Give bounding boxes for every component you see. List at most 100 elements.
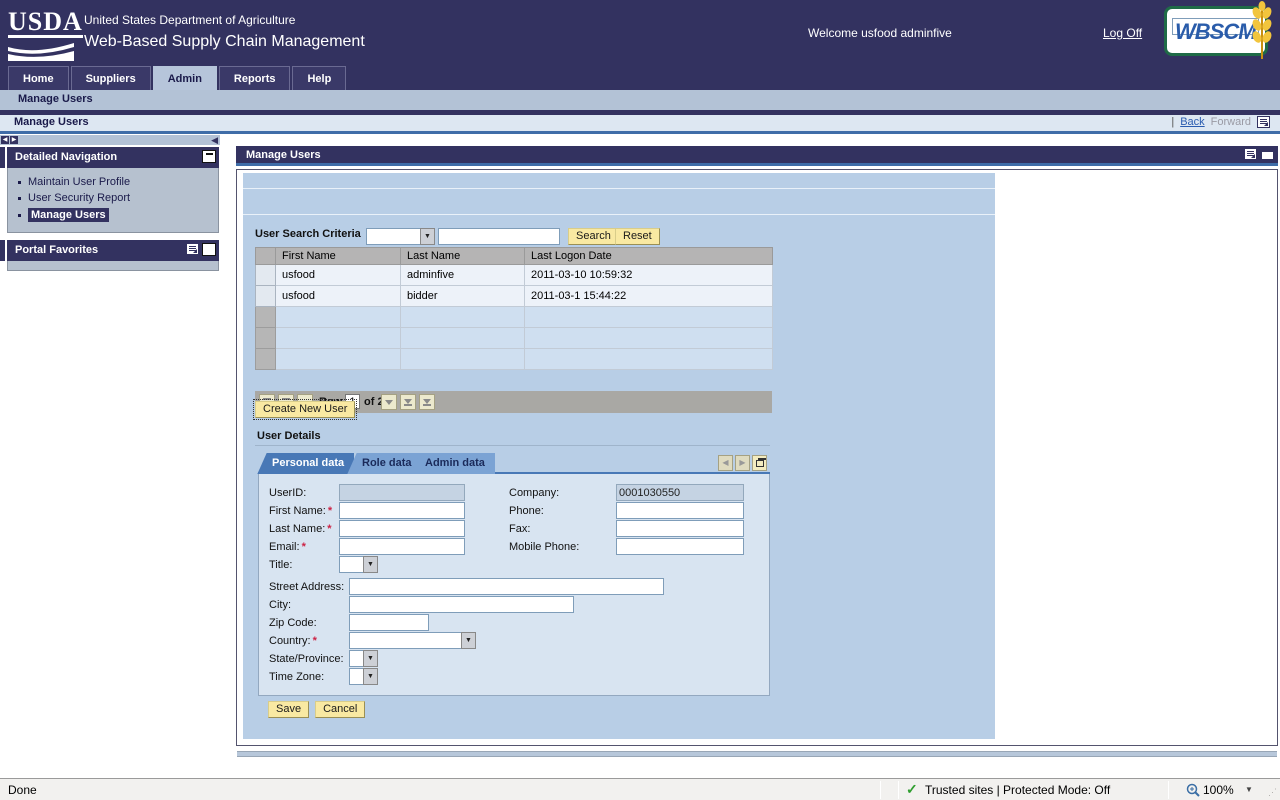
sidebar-expand-right-icon[interactable]: ▶ [10, 136, 18, 144]
street-address-input[interactable] [349, 578, 664, 595]
search-query-input[interactable] [438, 228, 560, 245]
state-province-select[interactable]: ▼ [349, 650, 378, 667]
sidebar-item-user-security-report[interactable]: User Security Report [8, 190, 218, 206]
portal-favorites-body [7, 261, 219, 271]
tab-admin[interactable]: Admin [153, 66, 217, 90]
zoom-dropdown-icon[interactable]: ▼ [1245, 785, 1253, 794]
column-last-logon-date: Last Logon Date [525, 248, 773, 265]
browser-window: USDA United States Department of Agricul… [0, 0, 1280, 800]
forward-link-disabled: Forward [1211, 116, 1251, 128]
expand-tray-icon[interactable] [202, 243, 216, 256]
city-label: City: [269, 599, 291, 611]
empty-cell [401, 328, 525, 349]
empty-cell [276, 307, 401, 328]
country-select-value [349, 632, 461, 649]
portal-favorites-title: Portal Favorites [15, 244, 98, 256]
cell-first-name[interactable]: usfood [276, 265, 401, 286]
empty-cell [525, 328, 773, 349]
state-province-label: State/Province: [269, 653, 344, 665]
user-search-criteria-label: User Search Criteria [255, 228, 361, 240]
cancel-button[interactable]: Cancel [315, 701, 365, 718]
first-name-input[interactable] [339, 502, 465, 519]
dropdown-icon[interactable]: ▼ [461, 632, 476, 649]
tab-admin-data-label: Admin data [421, 457, 495, 469]
sidebar-item-manage-users[interactable]: Manage Users [8, 206, 218, 224]
tab-suppliers[interactable]: Suppliers [71, 66, 151, 90]
row-selector[interactable] [256, 265, 276, 286]
fax-input[interactable] [616, 520, 744, 537]
manage-users-module: Manage Users User Search Criteria ▼ Sear… [236, 146, 1278, 746]
email-label: Email:* [269, 541, 306, 553]
tab-personal-data[interactable]: Personal data [268, 453, 354, 474]
sidebar-resize-strip: ◀ ▶ ◀ [0, 135, 220, 145]
tab-help-label: Help [307, 73, 331, 85]
dropdown-icon[interactable]: ▼ [363, 650, 378, 667]
row-selector[interactable] [256, 286, 276, 307]
log-off-link[interactable]: Log Off [1103, 26, 1142, 40]
cell-last-logon[interactable]: 2011-03-10 10:59:32 [525, 265, 773, 286]
sidebar-item-label: Maintain User Profile [28, 176, 130, 188]
module-maximize-icon[interactable] [1261, 148, 1274, 160]
zoom-level[interactable]: 100% [1203, 783, 1234, 797]
sidebar-collapse-left-icon[interactable]: ◀ [1, 136, 9, 144]
country-select[interactable]: ▼ [349, 632, 476, 649]
tab-help[interactable]: Help [292, 66, 346, 90]
masthead: USDA United States Department of Agricul… [0, 0, 1280, 62]
sidebar-item-label: User Security Report [28, 192, 130, 204]
search-criteria-select[interactable]: ▼ [366, 228, 435, 245]
dropdown-icon[interactable]: ▼ [363, 668, 378, 685]
sidebar-item-maintain-user-profile[interactable]: Maintain User Profile [8, 174, 218, 190]
pager-page-down-icon[interactable] [400, 394, 416, 410]
module-menu-icon[interactable] [1244, 148, 1257, 160]
title-select-value [339, 556, 363, 573]
timezone-select-value [349, 668, 363, 685]
dropdown-icon[interactable]: ▼ [420, 228, 435, 245]
state-select-value [349, 650, 363, 667]
time-zone-label: Time Zone: [269, 671, 324, 683]
tab-home[interactable]: Home [8, 66, 69, 90]
open-in-window-icon[interactable] [752, 455, 767, 471]
trusted-check-icon: ✓ [906, 781, 918, 798]
history-menu-icon[interactable] [1257, 116, 1270, 128]
zoom-magnifier-icon[interactable] [1186, 783, 1201, 798]
collapse-tray-icon[interactable] [202, 150, 216, 163]
title-select[interactable]: ▼ [339, 556, 378, 573]
user-details-tabstrip: Personal data Role data Admin data ◀ ▶ [258, 453, 770, 474]
time-zone-select[interactable]: ▼ [349, 668, 378, 685]
cell-last-name[interactable]: bidder [401, 286, 525, 307]
mobile-phone-input[interactable] [616, 538, 744, 555]
resize-grip[interactable]: ⋰ [1268, 787, 1278, 798]
reset-button[interactable]: Reset [615, 228, 660, 245]
email-input[interactable] [339, 538, 465, 555]
last-name-input[interactable] [339, 520, 465, 537]
fax-label: Fax: [509, 523, 530, 535]
sidebar-collapse-icon[interactable]: ◀ [211, 135, 218, 145]
pager-down-icon[interactable] [381, 394, 397, 410]
breadcrumb: Manage Users [14, 116, 89, 128]
userid-input [339, 484, 465, 501]
title-label: Title: [269, 559, 292, 571]
detailed-navigation-tray: Detailed Navigation Maintain User Profil… [7, 147, 219, 233]
tab-admin-data[interactable]: Admin data [421, 453, 495, 474]
tab-role-data-label: Role data [358, 457, 422, 469]
pager-last-icon[interactable] [419, 394, 435, 410]
cell-last-name[interactable]: adminfive [401, 265, 525, 286]
zip-code-input[interactable] [349, 614, 429, 631]
breadcrumb-bar: Manage Users | Back Forward [0, 115, 1280, 131]
create-new-user-button[interactable]: Create New User [255, 401, 355, 418]
tab-suppliers-label: Suppliers [86, 73, 136, 85]
detailed-navigation-body: Maintain User Profile User Security Repo… [7, 168, 219, 233]
dropdown-icon[interactable]: ▼ [363, 556, 378, 573]
tab-scroll-left-icon[interactable]: ◀ [718, 455, 733, 471]
search-button[interactable]: Search [568, 228, 619, 245]
save-button[interactable]: Save [268, 701, 309, 718]
tab-reports[interactable]: Reports [219, 66, 291, 90]
city-input[interactable] [349, 596, 574, 613]
phone-input[interactable] [616, 502, 744, 519]
cell-first-name[interactable]: usfood [276, 286, 401, 307]
cell-last-logon[interactable]: 2011-03-1 15:44:22 [525, 286, 773, 307]
back-link[interactable]: Back [1180, 116, 1204, 128]
tab-scroll-right-icon[interactable]: ▶ [735, 455, 750, 471]
second-level-nav: Manage Users [0, 90, 1280, 110]
favorites-menu-icon[interactable] [186, 243, 199, 255]
